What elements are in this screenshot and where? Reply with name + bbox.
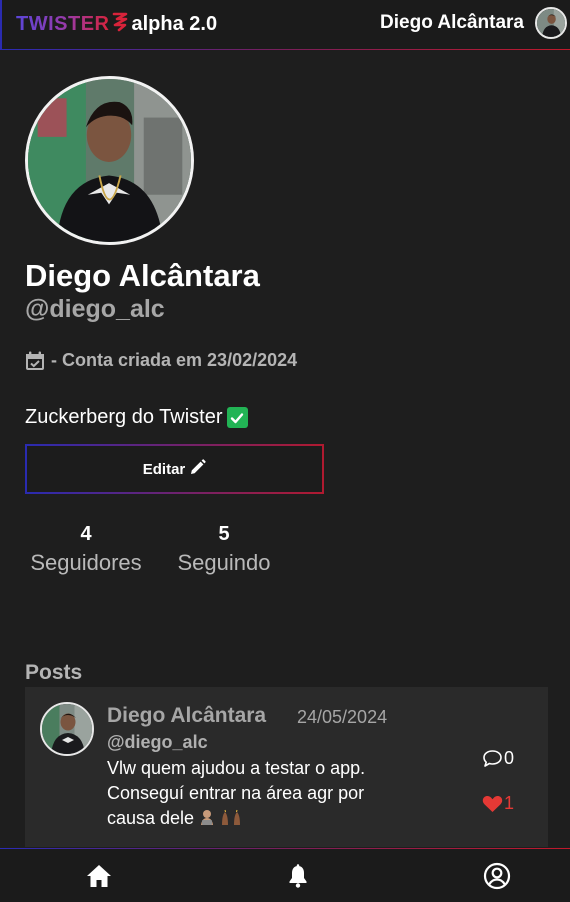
heart-icon: [482, 795, 503, 812]
like-button[interactable]: 1: [482, 793, 514, 814]
logo-wordmark: TWISTER: [16, 12, 110, 35]
pencil-icon: [191, 459, 206, 474]
check-badge-icon: [226, 407, 248, 428]
following-count: 5: [218, 523, 230, 545]
comment-count: 0: [504, 748, 515, 768]
technologist-emoji-icon: [201, 810, 214, 825]
home-icon: [87, 865, 111, 887]
app-version-label: alpha 2.0: [131, 12, 218, 35]
edit-button-label: Editar: [142, 460, 186, 478]
header-avatar[interactable]: [535, 7, 567, 39]
post-author-handle[interactable]: @diego_alc: [107, 732, 208, 753]
nav-profile-button[interactable]: [483, 862, 511, 890]
top-bar: TWISTER alpha 2.0 Diego Alcântara: [0, 0, 570, 50]
followers-count: 4: [80, 523, 92, 545]
post-card[interactable]: Diego Alcântara 24/05/2024 @diego_alc Vl…: [25, 687, 548, 847]
raising-hands-emoji-icon: [222, 809, 241, 825]
comment-button[interactable]: 0: [482, 748, 514, 769]
followers-stat[interactable]: 4 Seguidores: [25, 523, 147, 576]
bottom-navigation: [0, 848, 570, 902]
profile-photo: [28, 79, 191, 242]
calendar-icon: [26, 351, 44, 370]
edit-profile-button[interactable]: Editar: [25, 444, 324, 494]
user-circle-icon: [483, 862, 511, 890]
avatar-image: [42, 704, 92, 754]
post-date: 24/05/2024: [297, 707, 388, 727]
profile-name: Diego Alcântara: [25, 258, 260, 293]
post-author-avatar[interactable]: [40, 702, 94, 756]
bell-icon: [289, 864, 307, 888]
account-created-info: - Conta criada em 23/02/2024: [25, 350, 297, 371]
post-author-name[interactable]: Diego Alcântara: [107, 704, 266, 728]
post-text: Vlw quem ajudou a testar o app. Conseguí…: [107, 756, 417, 831]
profile-handle: @diego_alc: [25, 295, 165, 323]
account-created-text: - Conta criada em 23/02/2024: [51, 350, 298, 370]
avatar-image: [537, 9, 565, 37]
bio-text: Zuckerberg do Twister: [25, 406, 223, 428]
like-count: 1: [504, 793, 515, 813]
twister-swirl-icon: [112, 12, 127, 32]
nav-home-button[interactable]: [85, 862, 113, 890]
profile-avatar[interactable]: [25, 76, 194, 245]
followers-label: Seguidores: [30, 550, 142, 575]
app-logo[interactable]: TWISTER alpha 2.0: [16, 12, 217, 36]
following-stat[interactable]: 5 Seguindo: [172, 523, 276, 576]
posts-heading: Posts: [25, 661, 83, 684]
profile-bio: Zuckerberg do Twister: [25, 406, 248, 429]
following-label: Seguindo: [177, 550, 271, 575]
nav-notifications-button[interactable]: [284, 862, 312, 890]
header-username[interactable]: Diego Alcântara: [380, 12, 524, 34]
comment-bubble-icon: [483, 750, 502, 767]
